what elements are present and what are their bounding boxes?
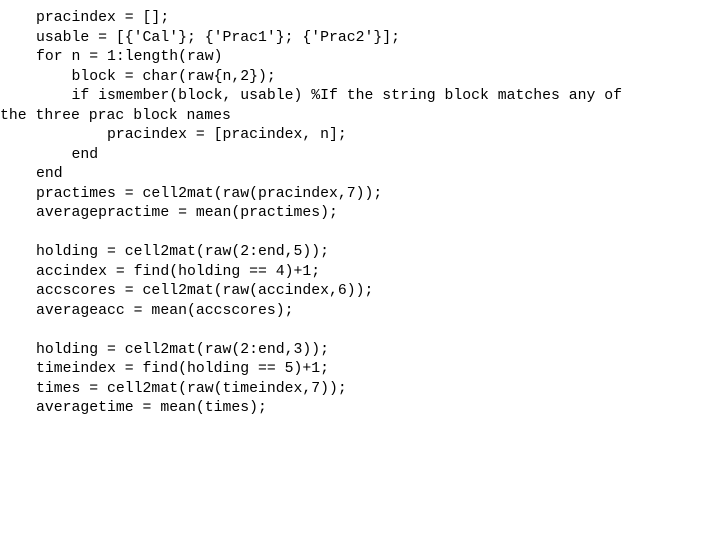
code-line: practimes = cell2mat(raw(pracindex,7));: [36, 185, 383, 202]
code-line: pracindex = [];: [36, 10, 170, 26]
code-line: end: [36, 166, 63, 182]
code-line: accscores = cell2mat(raw(accindex,6));: [36, 283, 374, 299]
code-line: end: [36, 146, 99, 163]
code-line: block = char(raw{n,2});: [36, 68, 276, 85]
code-line: the three prac block names: [0, 107, 231, 124]
code-line: accindex = find(holding == 4)+1;: [36, 263, 321, 280]
code-line: holding = cell2mat(raw(2:end,3));: [36, 341, 330, 358]
code-line: times = cell2mat(raw(timeindex,7));: [36, 380, 347, 397]
code-line: usable = [{'Cal'}; {'Prac1'}; {'Prac2'}]…: [36, 29, 401, 46]
code-line: averagetime = mean(times);: [36, 400, 267, 416]
code-line: averageacc = mean(accscores);: [36, 302, 294, 319]
code-line: holding = cell2mat(raw(2:end,5));: [36, 244, 330, 260]
code-line: for n = 1:length(raw): [36, 49, 223, 65]
code-line: if ismember(block, usable) %If the strin…: [36, 88, 623, 104]
code-line: timeindex = find(holding == 5)+1;: [36, 361, 330, 377]
code-line: averagepractime = mean(practimes);: [36, 205, 338, 221]
code-listing[interactable]: pracindex = []; usable = [{'Cal'}; {'Prac…: [0, 9, 720, 419]
code-line: pracindex = [pracindex, n];: [36, 127, 347, 143]
